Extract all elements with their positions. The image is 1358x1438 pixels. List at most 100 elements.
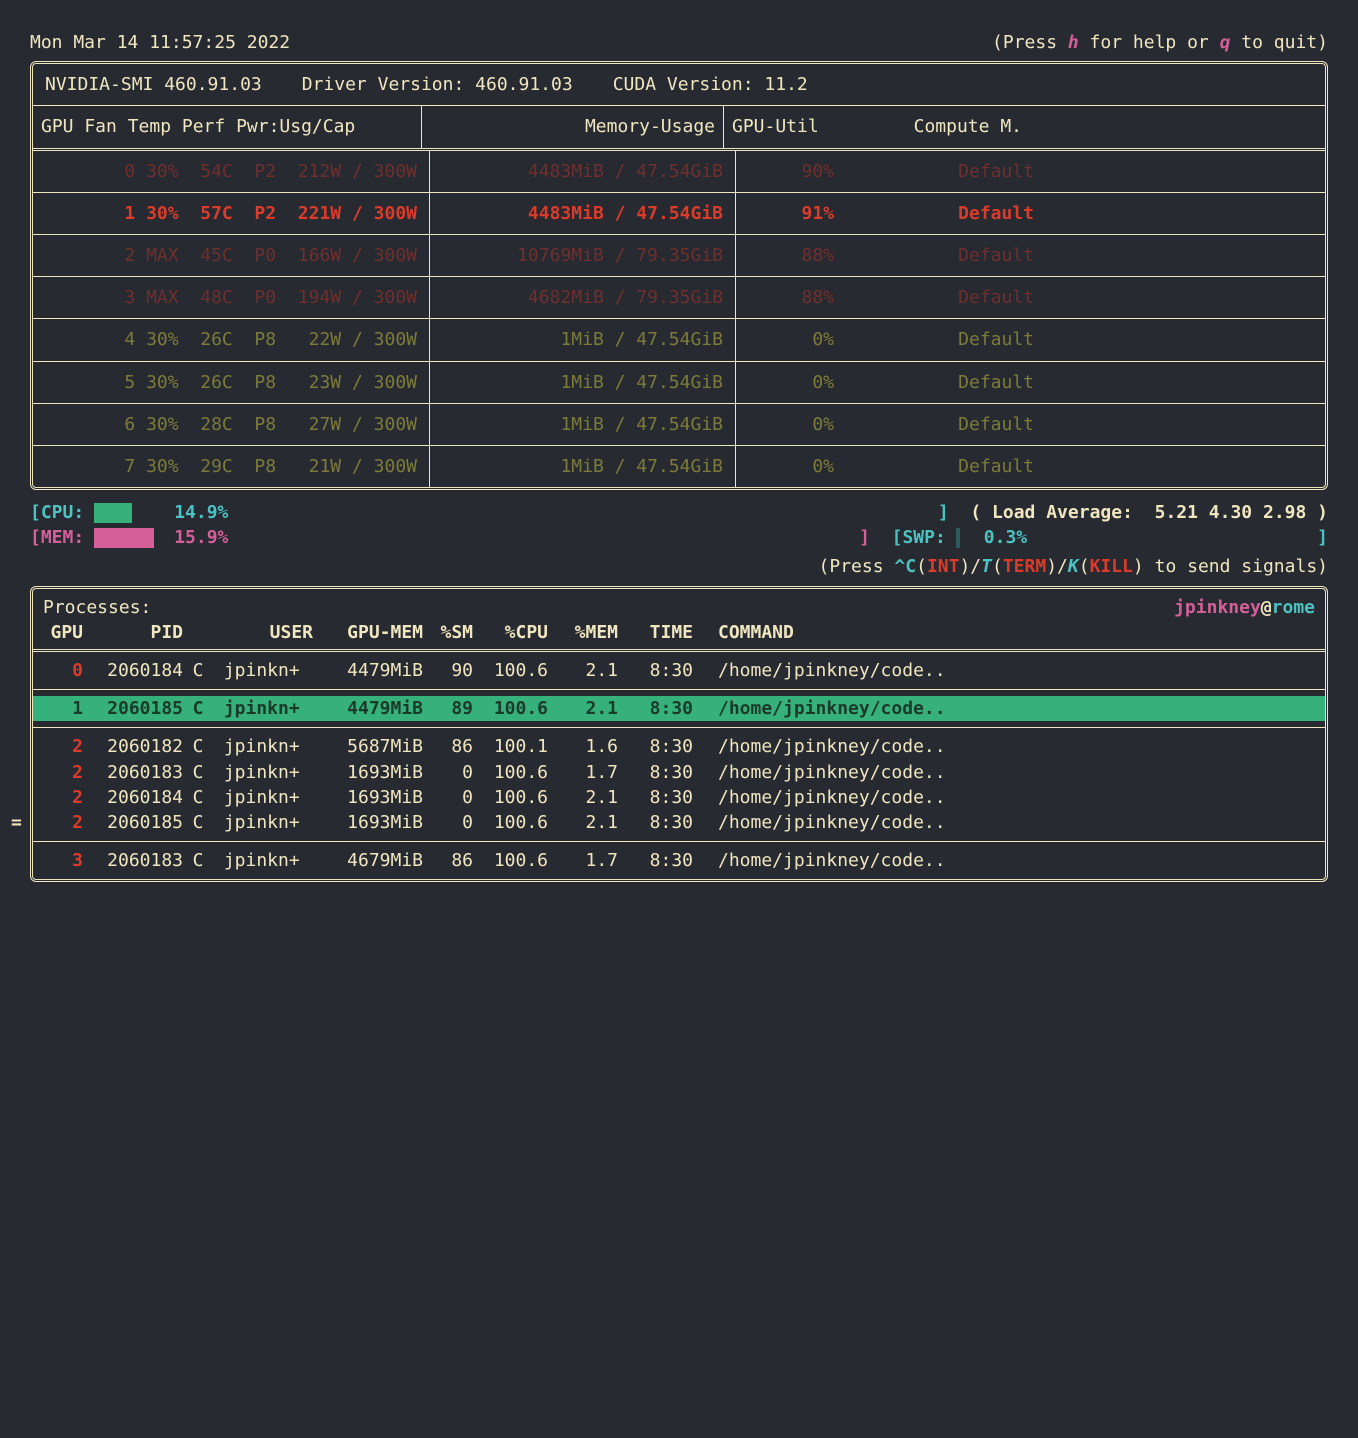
proc-command: /home/jpinkney/code.. <box>693 848 1315 873</box>
gpu-util-compute: 0%Default <box>736 404 1046 445</box>
proc-sm: 86 <box>423 848 473 873</box>
proc-gpu: 1 <box>43 696 83 721</box>
proc-type: C <box>183 658 213 683</box>
gpu-util-compute: 88%Default <box>736 277 1046 318</box>
proc-gpu: 0 <box>43 658 83 683</box>
gpu-rows: 0 30% 54C P2 212W / 300W4483MiB / 47.54G… <box>33 151 1325 488</box>
proc-sm: 89 <box>423 696 473 721</box>
proc-mem-pct: 2.1 <box>548 658 618 683</box>
proc-mem-pct: 2.1 <box>548 785 618 810</box>
gpu-stats: 1 30% 57C P2 221W / 300W <box>33 193 430 234</box>
gpu-memory: 1MiB / 47.54GiB <box>430 362 736 403</box>
mem-meter-line: [ MEM: 15.9% ] [ SWP: 0.3% ] <box>30 525 1328 550</box>
gpu-memory: 1MiB / 47.54GiB <box>430 319 736 360</box>
process-header: Processes: jpinkney@rome GPU PID USER GP… <box>33 589 1325 652</box>
process-body: 02060184C jpinkn+4479MiB90100.62.18:30/h… <box>33 652 1325 879</box>
proc-sm: 0 <box>423 760 473 785</box>
mem-value: 15.9% <box>174 525 228 550</box>
proc-pid: 2060183 <box>83 760 183 785</box>
gpu-row[interactable]: 0 30% 54C P2 212W / 300W4483MiB / 47.54G… <box>33 151 1325 193</box>
gpu-util-compute: 0%Default <box>736 446 1046 487</box>
proc-mem-pct: 2.1 <box>548 696 618 721</box>
proc-command: /home/jpinkney/code.. <box>693 658 1315 683</box>
proc-command: /home/jpinkney/code.. <box>693 785 1315 810</box>
processes-title: Processes: <box>43 595 151 620</box>
gpu-row[interactable]: 5 30% 26C P8 23W / 300W1MiB / 47.54GiB0%… <box>33 362 1325 404</box>
signal-hint: (Press ^C(INT)/T(TERM)/K(KILL) to send s… <box>30 554 1328 579</box>
proc-user: jpinkn+ <box>213 696 313 721</box>
proc-sm: 90 <box>423 658 473 683</box>
gpu-row[interactable]: 2 MAX 45C P0 166W / 300W10769MiB / 79.35… <box>33 235 1325 277</box>
proc-gpu: 2 <box>43 734 83 759</box>
proc-user: jpinkn+ <box>213 785 313 810</box>
proc-type: C <box>183 734 213 759</box>
gpu-row[interactable]: 1 30% 57C P2 221W / 300W4483MiB / 47.54G… <box>33 193 1325 235</box>
proc-sm: 0 <box>423 785 473 810</box>
proc-user: jpinkn+ <box>213 848 313 873</box>
proc-mem-pct: 2.1 <box>548 810 618 835</box>
process-row[interactable]: 12060185C jpinkn+4479MiB89100.62.18:30/h… <box>33 696 1325 721</box>
driver-row: NVIDIA-SMI 460.91.03 Driver Version: 460… <box>33 64 1325 106</box>
mem-label: MEM: <box>41 525 84 550</box>
gpu-row[interactable]: 4 30% 26C P8 22W / 300W1MiB / 47.54GiB0%… <box>33 319 1325 361</box>
gpu-header-memory: Memory-Usage <box>422 106 724 147</box>
gpu-memory: 10769MiB / 79.35GiB <box>430 235 736 276</box>
proc-sm: 0 <box>423 810 473 835</box>
nvidia-smi-version: NVIDIA-SMI 460.91.03 <box>45 72 262 97</box>
gpu-stats: 3 MAX 48C P0 194W / 300W <box>33 277 430 318</box>
process-group: 12060185C jpinkn+4479MiB89100.62.18:30/h… <box>33 690 1325 728</box>
process-row[interactable]: 22060184C jpinkn+1693MiB0100.62.18:30/ho… <box>33 785 1325 810</box>
proc-time: 8:30 <box>618 848 693 873</box>
equals-marker: = <box>11 810 22 835</box>
proc-type: C <box>183 696 213 721</box>
gpu-memory: 4483MiB / 47.54GiB <box>430 193 736 234</box>
swp-bar <box>956 528 974 548</box>
gpu-row[interactable]: 6 30% 28C P8 27W / 300W1MiB / 47.54GiB0%… <box>33 404 1325 446</box>
proc-cpu: 100.6 <box>473 658 548 683</box>
load-average-values: 5.21 4.30 2.98 ) <box>1155 500 1328 525</box>
gpu-memory: 4483MiB / 47.54GiB <box>430 151 736 192</box>
proc-user: jpinkn+ <box>213 734 313 759</box>
proc-gpu-mem: 1693MiB <box>313 760 423 785</box>
process-row[interactable]: 22060185C jpinkn+1693MiB0100.62.18:30/ho… <box>33 810 1325 835</box>
header-row: Mon Mar 14 11:57:25 2022 (Press h for he… <box>30 30 1328 55</box>
cuda-version: CUDA Version: 11.2 <box>613 72 808 97</box>
gpu-stats: 6 30% 28C P8 27W / 300W <box>33 404 430 445</box>
gpu-row[interactable]: 3 MAX 48C P0 194W / 300W4682MiB / 79.35G… <box>33 277 1325 319</box>
gpu-util-compute: 0%Default <box>736 319 1046 360</box>
help-key-h: h <box>1068 32 1079 53</box>
gpu-header-left: GPU Fan Temp Perf Pwr:Usg/Cap <box>33 106 422 147</box>
proc-command: /home/jpinkney/code.. <box>693 760 1315 785</box>
proc-gpu: 2 <box>43 760 83 785</box>
gpu-row[interactable]: 7 30% 29C P8 21W / 300W1MiB / 47.54GiB0%… <box>33 446 1325 487</box>
gpu-util-compute: 90%Default <box>736 151 1046 192</box>
load-average-label: ( Load Average: <box>970 500 1133 525</box>
proc-type: C <box>183 848 213 873</box>
gpu-stats: 4 30% 26C P8 22W / 300W <box>33 319 430 360</box>
process-row[interactable]: 32060183C jpinkn+4679MiB86100.61.78:30/h… <box>33 848 1325 873</box>
process-row[interactable]: 22060183C jpinkn+1693MiB0100.61.78:30/ho… <box>33 760 1325 785</box>
gpu-memory: 4682MiB / 79.35GiB <box>430 277 736 318</box>
proc-time: 8:30 <box>618 696 693 721</box>
gpu-memory: 1MiB / 47.54GiB <box>430 404 736 445</box>
proc-user: jpinkn+ <box>213 810 313 835</box>
proc-gpu-mem: 5687MiB <box>313 734 423 759</box>
gpu-util-compute: 88%Default <box>736 235 1046 276</box>
help-hint: (Press h for help or q to quit) <box>992 30 1328 55</box>
proc-gpu-mem: 4479MiB <box>313 696 423 721</box>
process-row[interactable]: 02060184C jpinkn+4479MiB90100.62.18:30/h… <box>33 658 1325 683</box>
gpu-stats: 7 30% 29C P8 21W / 300W <box>33 446 430 487</box>
process-row[interactable]: 22060182C jpinkn+5687MiB86100.11.68:30/h… <box>33 734 1325 759</box>
proc-mem-pct: 1.6 <box>548 734 618 759</box>
gpu-memory: 1MiB / 47.54GiB <box>430 446 736 487</box>
help-key-q: q <box>1220 32 1231 53</box>
proc-pid: 2060183 <box>83 848 183 873</box>
proc-pid: 2060184 <box>83 658 183 683</box>
cpu-meter-line: [ CPU: 14.9% ] ( Load Average: 5.21 4.30… <box>30 500 1328 525</box>
system-meters: [ CPU: 14.9% ] ( Load Average: 5.21 4.30… <box>30 500 1328 550</box>
proc-time: 8:30 <box>618 760 693 785</box>
proc-user: jpinkn+ <box>213 658 313 683</box>
gpu-stats: 0 30% 54C P2 212W / 300W <box>33 151 430 192</box>
proc-pid: 2060185 <box>83 696 183 721</box>
proc-pid: 2060184 <box>83 785 183 810</box>
